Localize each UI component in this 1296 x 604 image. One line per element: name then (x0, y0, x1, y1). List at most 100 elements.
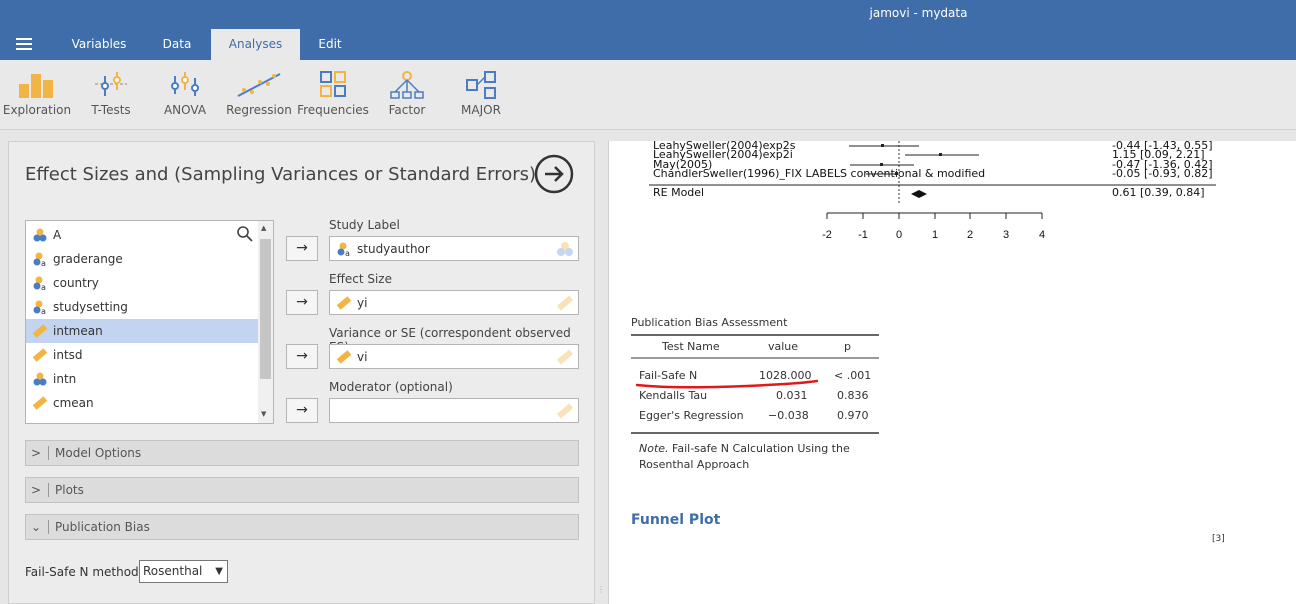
variance-value: vi (357, 349, 368, 364)
variable-item[interactable]: a studysetting (26, 295, 259, 319)
ribbon-label: Exploration (2, 103, 72, 117)
pba-header-row: Test Name value p (631, 340, 879, 360)
scroll-up-icon[interactable]: ▲ (261, 224, 266, 232)
exploration-icon (19, 74, 53, 98)
effect-size-field[interactable]: yi (329, 290, 579, 315)
moderator-heading: Moderator (optional) (329, 380, 453, 394)
pba-test-p: 0.836 (837, 389, 869, 402)
nominal-text-icon: a (33, 276, 46, 291)
section-label: Publication Bias (55, 520, 150, 534)
continuous-placeholder-icon (556, 403, 574, 419)
transfer-variance-button[interactable]: → (286, 344, 318, 369)
effect-size-heading: Effect Size (329, 272, 392, 286)
scroll-down-icon[interactable]: ▼ (261, 410, 266, 418)
forest-plot: -2 -1 0 1 2 3 4 (649, 141, 1216, 241)
variable-name: studysetting (53, 300, 128, 314)
failsafe-method-select[interactable]: Rosenthal ▼ (139, 560, 228, 583)
nominal-icon (33, 372, 47, 386)
svg-text:a: a (41, 283, 46, 291)
pba-test-p: 0.970 (837, 409, 869, 422)
variable-list[interactable]: A a graderange a country a studysetting … (25, 220, 274, 424)
variable-item-selected[interactable]: intmean (26, 319, 259, 343)
menu-icon[interactable] (16, 38, 32, 50)
forest-ci-lines (849, 144, 979, 175)
anova-icon (171, 72, 199, 96)
variable-name: cmean (53, 396, 94, 410)
pba-header-p: p (844, 340, 851, 353)
tab-edit[interactable]: Edit (305, 29, 355, 60)
title-bar: jamovi - mydata Variables Data Analyses … (0, 0, 1296, 60)
tab-variables[interactable]: Variables (58, 29, 140, 60)
forest-summary-diamond (911, 190, 927, 198)
forest-tick-label: -1 (858, 229, 868, 241)
ribbon-t-tests[interactable]: T-Tests (74, 70, 148, 117)
variable-list-scrollbar[interactable]: ▲ ▼ (258, 221, 273, 423)
ribbon-frequencies[interactable]: Frequencies (296, 70, 370, 117)
ribbon-factor[interactable]: Factor (370, 70, 444, 117)
tab-data[interactable]: Data (146, 29, 208, 60)
pba-header-value: value (768, 340, 799, 353)
tab-analyses[interactable]: Analyses (211, 29, 300, 60)
forest-tick-label: 2 (967, 229, 973, 241)
pba-table-title: Publication Bias Assessment (631, 316, 788, 329)
ribbon-label: Regression (226, 103, 292, 117)
study-label-heading: Study Label (329, 218, 400, 232)
variable-item[interactable]: a country (26, 271, 259, 295)
regression-icon (237, 73, 281, 97)
ribbon-label: MAJOR (461, 103, 501, 117)
nominal-icon (33, 228, 47, 242)
analysis-ribbon: Exploration T-Tests ANOVA Regression Fre… (0, 60, 1296, 130)
ribbon-major[interactable]: MAJOR (444, 70, 518, 117)
search-icon[interactable] (236, 225, 254, 243)
transfer-effect-size-button[interactable]: → (286, 290, 318, 315)
ribbon-label: T-Tests (91, 103, 131, 117)
svg-text:a: a (41, 307, 46, 315)
pba-header-test: Test Name (662, 340, 720, 353)
nominal-text-icon: a (337, 242, 350, 257)
pba-test-value: −0.038 (768, 409, 809, 422)
section-model-options[interactable]: > Model Options (25, 440, 579, 466)
section-label: Plots (55, 483, 84, 497)
pba-note: Note. Fail-safe N Calculation Using the … (639, 441, 879, 473)
ribbon-regression[interactable]: Regression (222, 70, 296, 117)
failsafe-method-value: Rosenthal (143, 564, 203, 578)
major-icon (466, 71, 496, 99)
variable-item[interactable]: intsd (26, 343, 259, 367)
window-title: jamovi - mydata (869, 6, 968, 20)
reference-marker[interactable]: [3] (1212, 534, 1225, 544)
nominal-placeholder-icon (557, 242, 573, 256)
variance-field[interactable]: vi (329, 344, 579, 369)
ribbon-label: Frequencies (297, 103, 369, 117)
moderator-field[interactable] (329, 398, 579, 423)
ribbon-anova[interactable]: ANOVA (148, 70, 222, 117)
transfer-moderator-button[interactable]: → (286, 398, 318, 423)
variable-item[interactable]: cmean (26, 391, 259, 415)
transfer-study-label-button[interactable]: → (286, 236, 318, 261)
chevron-down-icon: ▼ (215, 566, 223, 577)
nominal-text-icon: a (33, 300, 46, 315)
forest-tick-label: 4 (1039, 229, 1045, 241)
scroll-thumb[interactable] (260, 239, 271, 379)
section-label: Model Options (55, 446, 142, 460)
run-arrow-icon[interactable] (533, 153, 575, 195)
ribbon-exploration[interactable]: Exploration (0, 70, 74, 117)
panel-splitter-handle[interactable]: ⋮ (597, 585, 605, 594)
forest-tick-label: 1 (932, 229, 938, 241)
continuous-icon (32, 324, 48, 338)
chevron-down-icon: ⌄ (30, 520, 42, 534)
variable-item[interactable]: A (26, 223, 259, 247)
funnel-plot-title: Funnel Plot (631, 512, 721, 528)
continuous-icon (32, 396, 48, 410)
study-label-field[interactable]: a studyauthor (329, 236, 579, 261)
forest-axis-ticks (826, 213, 1043, 219)
pba-test-name: Egger's Regression (639, 409, 744, 422)
chevron-right-icon: > (30, 483, 42, 497)
svg-text:a: a (41, 259, 46, 267)
chevron-right-icon: > (30, 446, 42, 460)
section-plots[interactable]: > Plots (25, 477, 579, 503)
variable-item[interactable]: a graderange (26, 247, 259, 271)
variable-name: A (53, 228, 62, 242)
variable-item[interactable]: intn (26, 367, 259, 391)
section-publication-bias[interactable]: ⌄ Publication Bias (25, 514, 579, 540)
continuous-icon (336, 295, 352, 310)
